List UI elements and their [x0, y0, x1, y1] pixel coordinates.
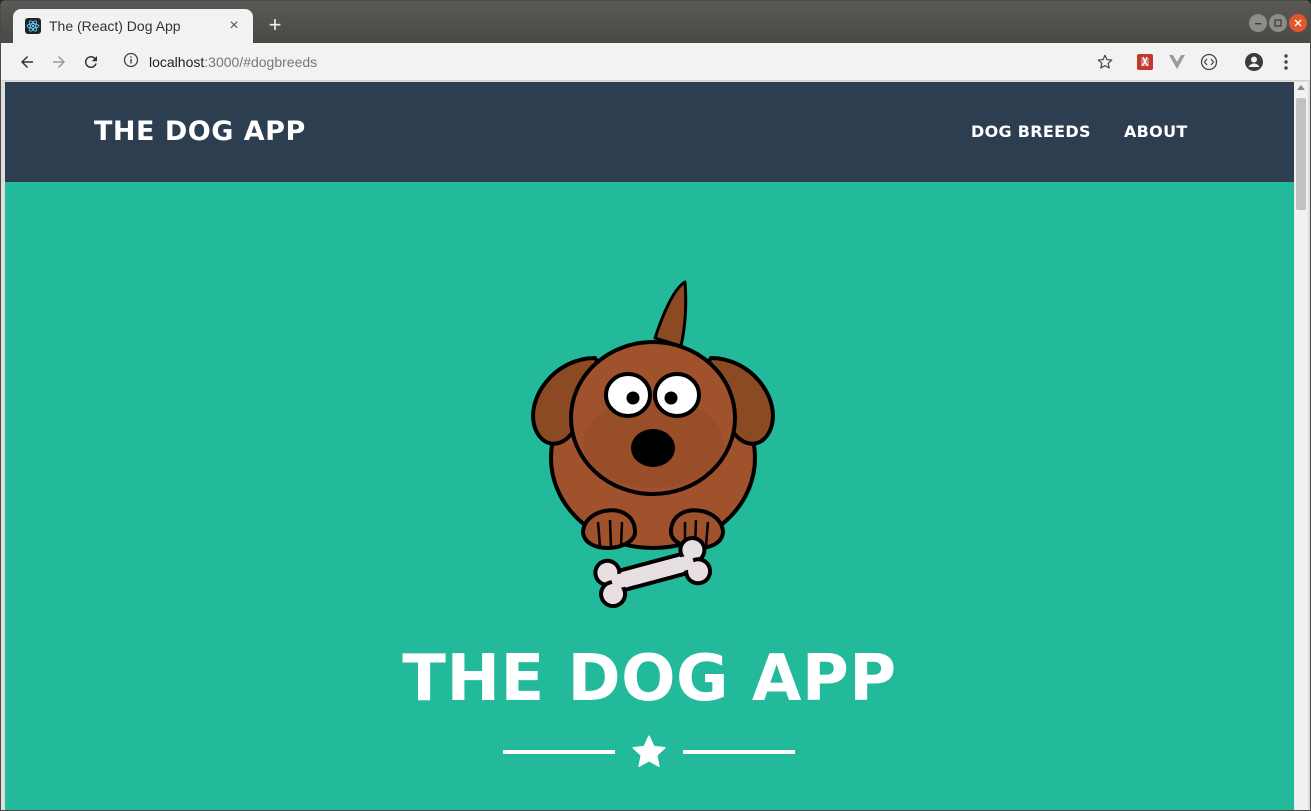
browser-tab[interactable]: The (React) Dog App ×: [13, 9, 253, 43]
react-icon: [25, 18, 41, 34]
code-icon[interactable]: [1197, 50, 1221, 74]
scrollbar-thumb[interactable]: [1296, 98, 1306, 210]
forward-arrow-icon[interactable]: [47, 50, 71, 74]
minimize-window-button[interactable]: [1249, 14, 1267, 32]
new-tab-button[interactable]: +: [263, 14, 287, 38]
close-tab-icon[interactable]: ×: [225, 17, 243, 35]
dog-illustration: [531, 280, 775, 608]
scroll-up-arrow-icon[interactable]: [1297, 85, 1305, 90]
browser-toolbar: localhost:3000/#dogbreeds: [1, 43, 1310, 81]
url-path: :3000/#dogbreeds: [204, 54, 318, 70]
bookmark-star-icon[interactable]: [1093, 50, 1117, 74]
navbar: THE DOG APP DOG BREEDS ABOUT: [5, 82, 1294, 182]
hero-title: THE DOG APP: [402, 642, 897, 716]
vue-devtools-icon[interactable]: [1165, 50, 1189, 74]
divider-line-left: [503, 750, 615, 754]
star-divider: [503, 734, 795, 770]
menu-icon[interactable]: [1274, 50, 1298, 74]
account-icon[interactable]: [1242, 50, 1266, 74]
back-arrow-icon[interactable]: [15, 50, 39, 74]
star-icon: [632, 735, 666, 767]
browser-window: The (React) Dog App × + localhost:3000/#…: [0, 0, 1311, 811]
page-scrollbar[interactable]: [1294, 82, 1308, 810]
page-content: THE DOG APP DOG BREEDS ABOUT THE DOG APP: [5, 82, 1294, 810]
nav-link-dog-breeds[interactable]: DOG BREEDS: [971, 122, 1091, 141]
tab-title: The (React) Dog App: [49, 18, 181, 34]
tab-strip: The (React) Dog App × +: [1, 1, 1310, 43]
maximize-window-button[interactable]: [1269, 14, 1287, 32]
reload-icon[interactable]: [79, 50, 103, 74]
close-window-button[interactable]: [1289, 14, 1307, 32]
info-icon[interactable]: [123, 52, 139, 73]
extension-icon[interactable]: [1133, 50, 1157, 74]
navbar-brand[interactable]: THE DOG APP: [94, 116, 306, 147]
url-host: localhost: [149, 54, 205, 70]
address-bar[interactable]: localhost:3000/#dogbreeds: [113, 47, 1123, 77]
nav-link-about[interactable]: ABOUT: [1124, 122, 1188, 141]
url-text: localhost:3000/#dogbreeds: [149, 54, 317, 70]
divider-line-right: [683, 750, 795, 754]
